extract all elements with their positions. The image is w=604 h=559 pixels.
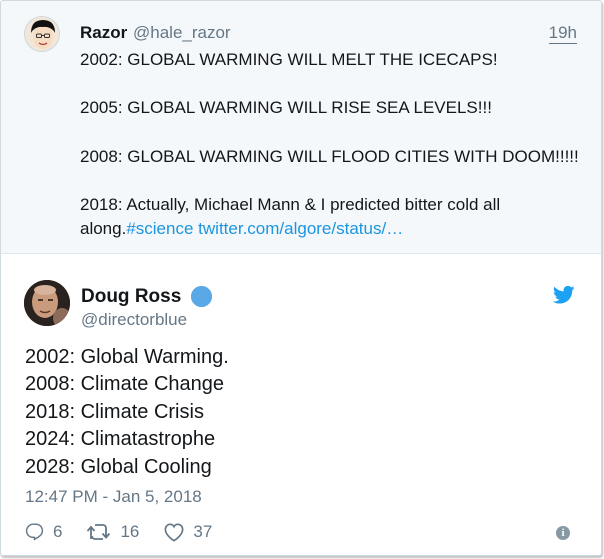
quoted-text-line: 2005: GLOBAL WARMING WILL RISE SEA LEVEL…: [80, 98, 492, 118]
tweet-timestamp[interactable]: 12:47 PM - Jan 5, 2018: [25, 487, 202, 507]
quoted-text-line: [80, 121, 600, 145]
tweet-text-line: 2008: Climate Change: [25, 373, 225, 396]
quoted-author-handle[interactable]: @hale_razor: [133, 23, 231, 43]
quoted-text-line: 2002: GLOBAL WARMING WILL MELT THE ICECA…: [80, 50, 498, 69]
reply-icon: [25, 523, 44, 541]
tweet-embed-card: Razor @hale_razor 19h 2002: GLOBAL WARMI…: [0, 0, 602, 556]
verified-badge-icon: [191, 286, 212, 307]
heart-icon: [164, 523, 184, 542]
tweet-actions: 6 16 37: [25, 520, 236, 544]
retweet-button[interactable]: 16: [86, 522, 139, 542]
status-link[interactable]: twitter.com/algore/status/…: [198, 219, 403, 238]
twitter-bird-icon[interactable]: [552, 285, 575, 305]
tweet-text-line: 2028: Global Cooling: [25, 455, 212, 478]
quoted-timestamp[interactable]: 19h: [548, 23, 578, 44]
retweet-icon: [87, 524, 111, 540]
quoted-text-last-line: along.#science twitter.com/algore/status…: [80, 217, 600, 241]
author-name[interactable]: Doug Ross: [81, 286, 181, 308]
hashtag-link[interactable]: #science: [126, 219, 193, 238]
info-icon[interactable]: i: [556, 526, 570, 540]
quoted-text-line: [80, 169, 600, 193]
tweet-text-line: 2018: Climate Crisis: [25, 400, 204, 423]
quoted-text-prefix: along.: [80, 219, 127, 239]
like-count: 37: [193, 522, 213, 541]
quoted-text-line: 2018: Actually, Michael Mann & I predict…: [80, 195, 501, 215]
reply-count: 6: [53, 522, 63, 541]
tweet-text: 2002: Global Warming. 2008: Climate Chan…: [25, 344, 229, 481]
tweet-text-line: 2002: Global Warming.: [25, 346, 229, 368]
author-handle[interactable]: @directorblue: [81, 310, 187, 330]
author-avatar[interactable]: [24, 280, 70, 326]
tweet-text-line: 2024: Climatastrophe: [25, 428, 216, 451]
quoted-tweet-text: 2002: GLOBAL WARMING WILL MELT THE ICECA…: [80, 48, 600, 242]
quoted-avatar[interactable]: [24, 16, 60, 52]
quoted-author-name[interactable]: Razor: [80, 23, 127, 43]
quoted-text-line: 2008: GLOBAL WARMING WILL FLOOD CITIES W…: [80, 146, 579, 166]
quoted-text-line: [80, 72, 600, 96]
like-button[interactable]: 37: [163, 522, 212, 542]
quoted-tweet[interactable]: Razor @hale_razor 19h 2002: GLOBAL WARMI…: [1, 1, 601, 254]
retweet-count: 16: [120, 522, 140, 541]
reply-button[interactable]: 6: [25, 522, 62, 542]
